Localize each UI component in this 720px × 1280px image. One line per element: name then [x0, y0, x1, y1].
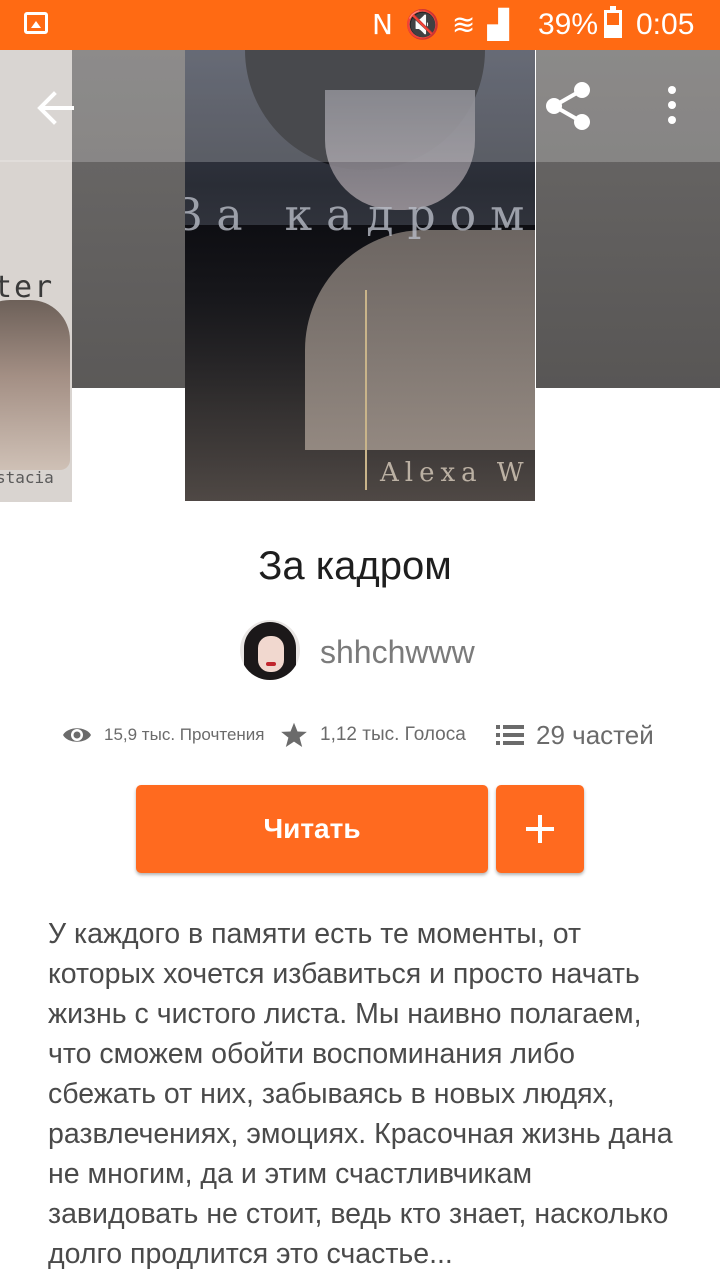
mute-icon: 🔇	[404, 8, 452, 41]
votes-stat: 1,12 тыс. Голоса	[280, 712, 466, 758]
previous-cover-text: ter	[0, 270, 55, 305]
cover-title-text: За кадром	[185, 190, 535, 241]
share-icon[interactable]	[542, 80, 594, 132]
add-to-library-button[interactable]	[496, 785, 584, 873]
status-time: 0:05	[636, 8, 695, 41]
nfc-icon: N	[372, 8, 405, 41]
votes-count: 1,12 тыс. Голоса	[320, 724, 466, 745]
battery-icon	[604, 6, 622, 38]
parts-stat[interactable]: 29 частей	[496, 712, 654, 758]
reads-count: 15,9 тыс. Прочтения	[104, 725, 265, 744]
story-title: За кадром	[258, 544, 452, 588]
signal-icon: ▟	[487, 8, 521, 41]
previous-cover-subtext: stacia	[0, 468, 54, 487]
story-stats: 15,9 тыс. Прочтения 1,12 тыс. Голоса 29 …	[0, 712, 720, 762]
gallery-notification-icon	[24, 12, 48, 34]
status-icons: N🔇≋▟	[372, 8, 521, 41]
plus-icon	[526, 815, 554, 843]
author-name[interactable]: shhchwww	[320, 634, 475, 671]
app-bar	[0, 50, 720, 162]
eye-icon	[63, 728, 91, 742]
wifi-icon: ≋	[451, 8, 488, 41]
parts-count[interactable]: 29 частей	[536, 720, 654, 751]
more-options-icon[interactable]	[660, 86, 684, 128]
star-icon	[281, 722, 307, 748]
read-button[interactable]: Читать	[136, 785, 488, 873]
reads-stat: 15,9 тыс. Прочтения	[62, 712, 265, 758]
story-description: У каждого в памяти есть те моменты, от к…	[48, 918, 673, 1270]
battery-percent: 39%	[538, 8, 599, 41]
avatar[interactable]	[240, 620, 300, 680]
list-icon	[496, 725, 524, 745]
back-arrow-icon[interactable]	[36, 88, 76, 128]
status-bar: N🔇≋▟ 39% 0:05	[0, 0, 720, 50]
cover-author-text: Alexa W	[380, 458, 530, 488]
